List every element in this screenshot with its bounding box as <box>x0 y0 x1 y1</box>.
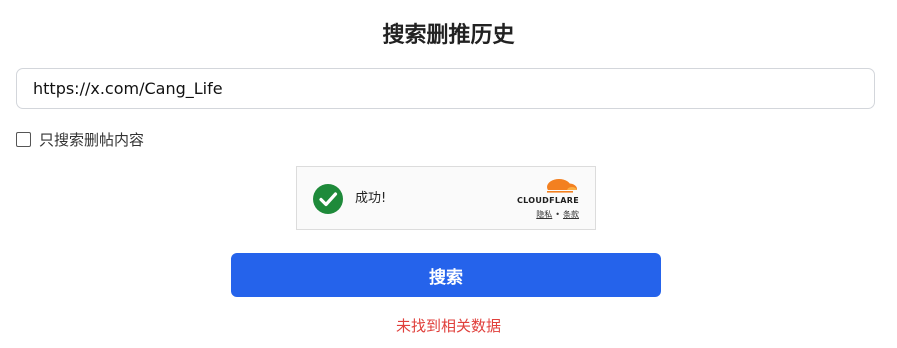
cloudflare-logo: CLOUDFLARE <box>499 177 579 205</box>
captcha-status: 成功! <box>355 191 387 206</box>
page: 搜索删推历史 只搜索删帖内容 成功! CLOUDFLARE 隐私•条款 搜索 <box>0 0 897 348</box>
only-deleted-label[interactable]: 只搜索删帖内容 <box>39 129 144 150</box>
only-deleted-checkbox[interactable] <box>16 131 31 147</box>
page-title: 搜索删推历史 <box>382 23 515 48</box>
cloudflare-wordmark: CLOUDFLARE <box>517 196 579 205</box>
privacy-link[interactable]: 隐私 <box>536 210 552 219</box>
search-button[interactable]: 搜索 <box>231 253 661 297</box>
cloudflare-captcha-widget: 成功! CLOUDFLARE 隐私 • 条款 <box>296 166 596 230</box>
link-separator: • <box>555 210 560 219</box>
checkmark-icon <box>313 184 343 214</box>
url-input[interactable] <box>16 68 875 109</box>
only-deleted-filter[interactable]: 只搜索删帖内容 <box>16 128 144 150</box>
cloud-icon <box>545 179 579 195</box>
no-results-message: 未找到相关数据 <box>395 317 501 335</box>
terms-link[interactable]: 条款 <box>563 210 579 219</box>
captcha-links: 隐私 • 条款 <box>536 209 579 221</box>
